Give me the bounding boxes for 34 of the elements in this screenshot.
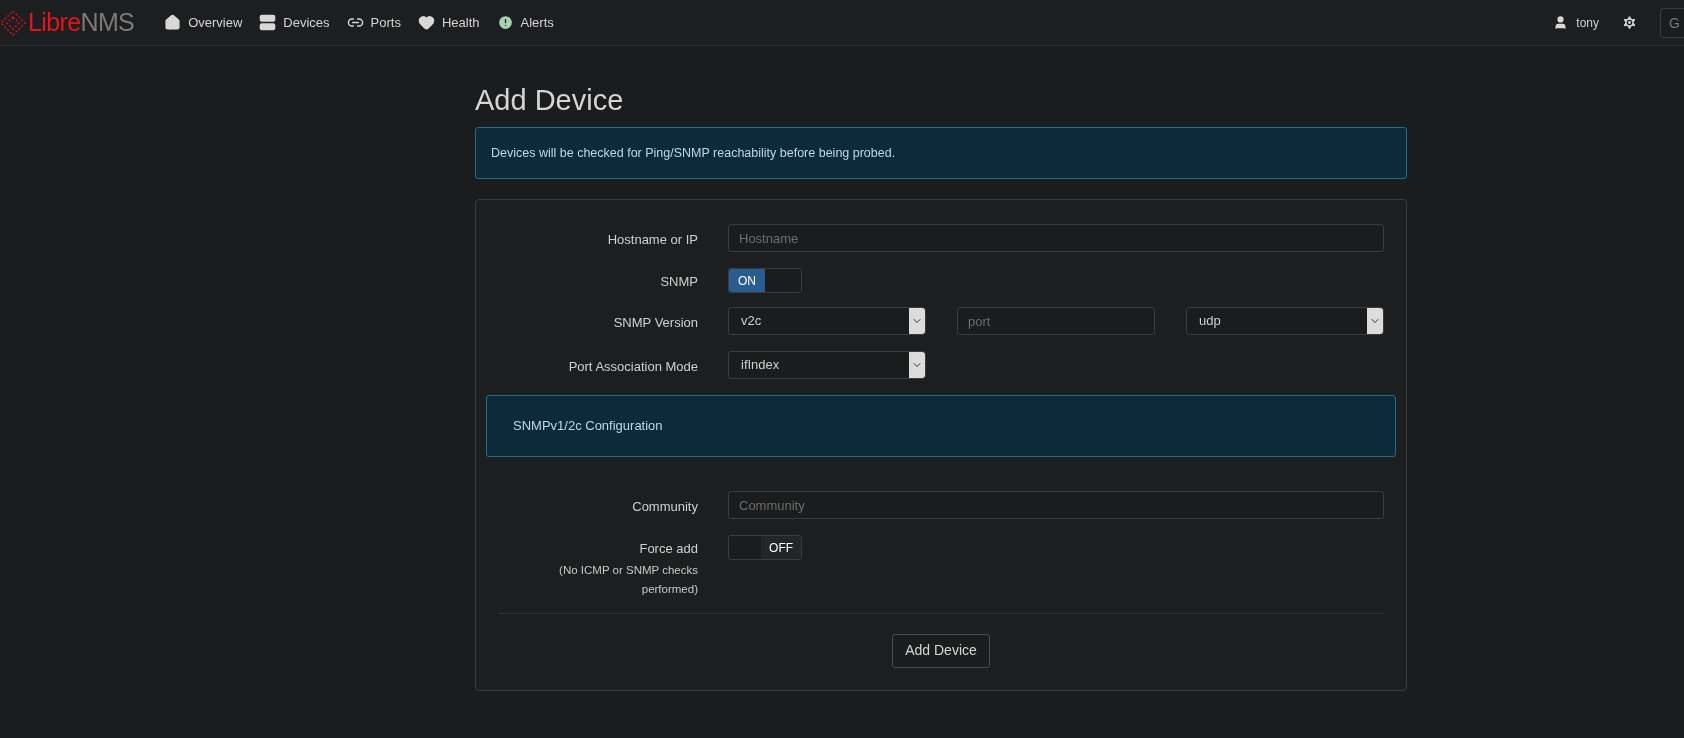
user-icon [1553,15,1569,30]
server-icon [259,14,277,31]
text-field[interactable]: Community [728,491,1384,519]
field-label: Port Association Mode [568,358,698,376]
select-field[interactable]: udp [1186,307,1384,335]
field-label: Hostname or IP [607,231,698,249]
search-field[interactable]: G [1660,7,1684,38]
alert-icon [496,14,514,31]
page-title: Add Device [475,83,625,118]
field-label: Community [632,498,698,516]
home-icon [164,14,182,31]
nav-link[interactable]: Alerts [496,12,554,33]
heart-icon [417,14,435,31]
field-label: SNMP Version [613,314,698,332]
field-label: SNMP [660,273,698,291]
user-menu[interactable]: tony [1553,13,1599,32]
field-note: (No ICMP or SNMP checks performed) [558,562,698,597]
select-field[interactable]: ifIndex [728,351,926,379]
logo-text[interactable]: LibreNMS [28,10,135,35]
info-notice: Devices will be checked for Ping/SNMP reachability before being probed. [475,127,1407,179]
port-field[interactable]: port [957,307,1155,335]
logo-icon [0,9,26,36]
toggle-switch[interactable]: OFF [728,535,802,560]
nav-link[interactable]: Health [417,12,480,33]
text-field[interactable]: Hostname [728,224,1384,252]
section-header: SNMPv1/2c Configuration [486,395,1396,457]
add-device-button[interactable]: Add Device [892,633,990,668]
toggle-switch[interactable]: ON [728,268,802,293]
select-field[interactable]: v2c [728,307,926,335]
nav-link[interactable]: Overview [164,12,243,33]
field-label: Force add [639,540,698,558]
settings-icon[interactable] [1621,14,1638,31]
nav-link[interactable]: Ports [346,12,401,33]
nav-link[interactable]: Devices [259,12,330,33]
